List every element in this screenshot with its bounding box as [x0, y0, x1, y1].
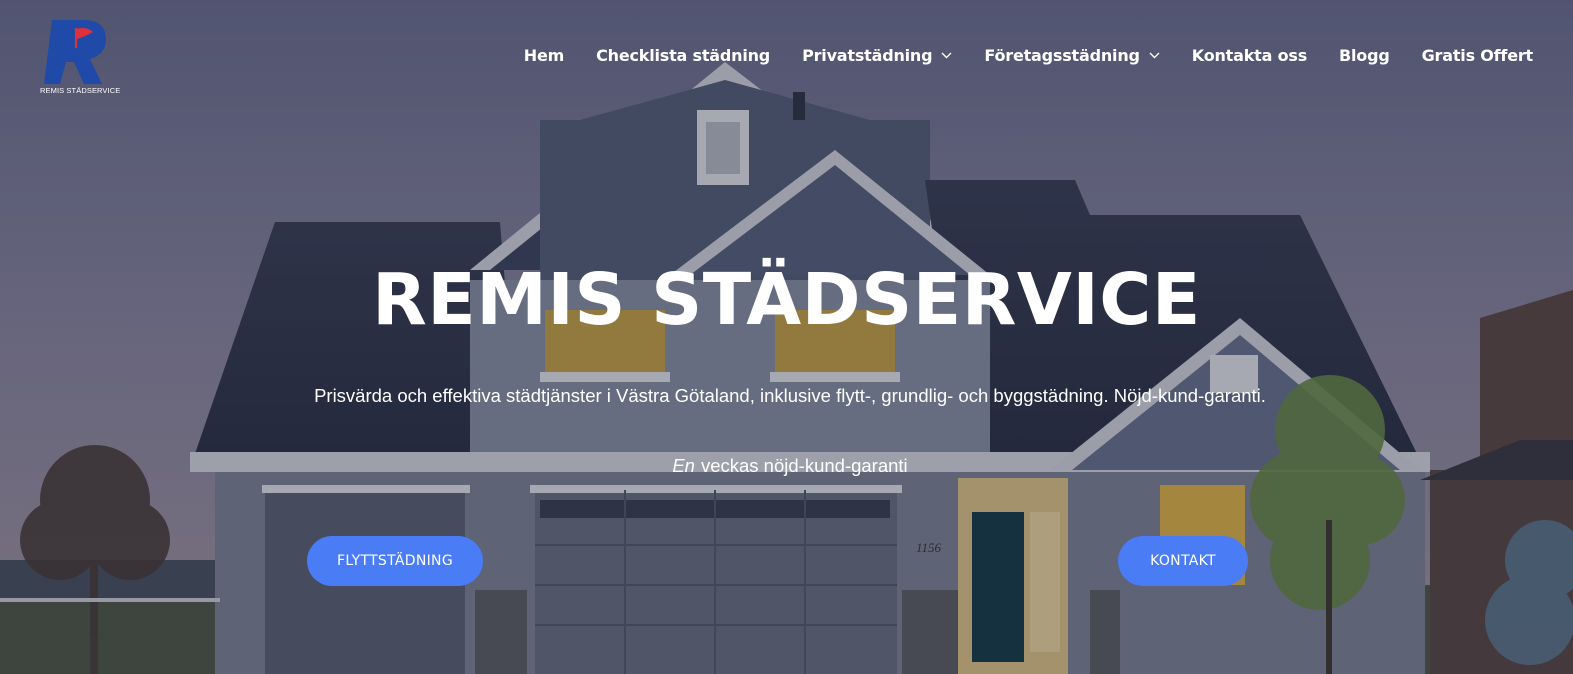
hero-guarantee: En veckas nöjd-kund-garanti	[0, 455, 1573, 477]
guarantee-emphasis: En	[672, 455, 695, 476]
kontakt-button[interactable]: KONTAKT	[1118, 536, 1248, 586]
nav-item-label: Privatstädning	[802, 46, 933, 65]
nav-item-foretagsstadning[interactable]: Företagsstädning	[984, 46, 1160, 65]
flyttstadning-button[interactable]: FLYTTSTÄDNING	[307, 536, 483, 586]
nav-item-gratis-offert[interactable]: Gratis Offert	[1421, 46, 1534, 65]
hero-title: REMIS STÄDSERVICE	[372, 258, 1201, 341]
chevron-down-icon[interactable]	[941, 52, 952, 59]
nav-item-kontakta-oss[interactable]: Kontakta oss	[1192, 46, 1307, 65]
main-navigation: Hem Checklista städning Privatstädning F…	[524, 46, 1533, 65]
nav-item-label: Kontakta oss	[1191, 46, 1308, 65]
site-logo[interactable]: REMIS STÄDSERVICE	[40, 18, 121, 98]
nav-item-label: Företagsstädning	[984, 46, 1140, 65]
hero-subtitle: Prisvärda och effektiva städtjänster i V…	[314, 385, 1266, 406]
nav-item-label: Checklista städning	[596, 46, 771, 65]
chevron-down-icon[interactable]	[1149, 52, 1160, 59]
nav-item-checklista[interactable]: Checklista städning	[596, 46, 770, 65]
nav-item-blogg[interactable]: Blogg	[1339, 46, 1390, 65]
nav-item-label: Blogg	[1339, 46, 1390, 65]
nav-item-hem[interactable]: Hem	[523, 46, 565, 65]
nav-item-label: Gratis Offert	[1421, 46, 1534, 65]
logo-r-icon	[44, 20, 106, 84]
logo-text: REMIS STÄDSERVICE	[40, 86, 121, 95]
nav-item-label: Hem	[523, 46, 565, 65]
nav-item-privatstadning[interactable]: Privatstädning	[802, 46, 952, 65]
guarantee-text: veckas nöjd-kund-garanti	[700, 455, 908, 476]
